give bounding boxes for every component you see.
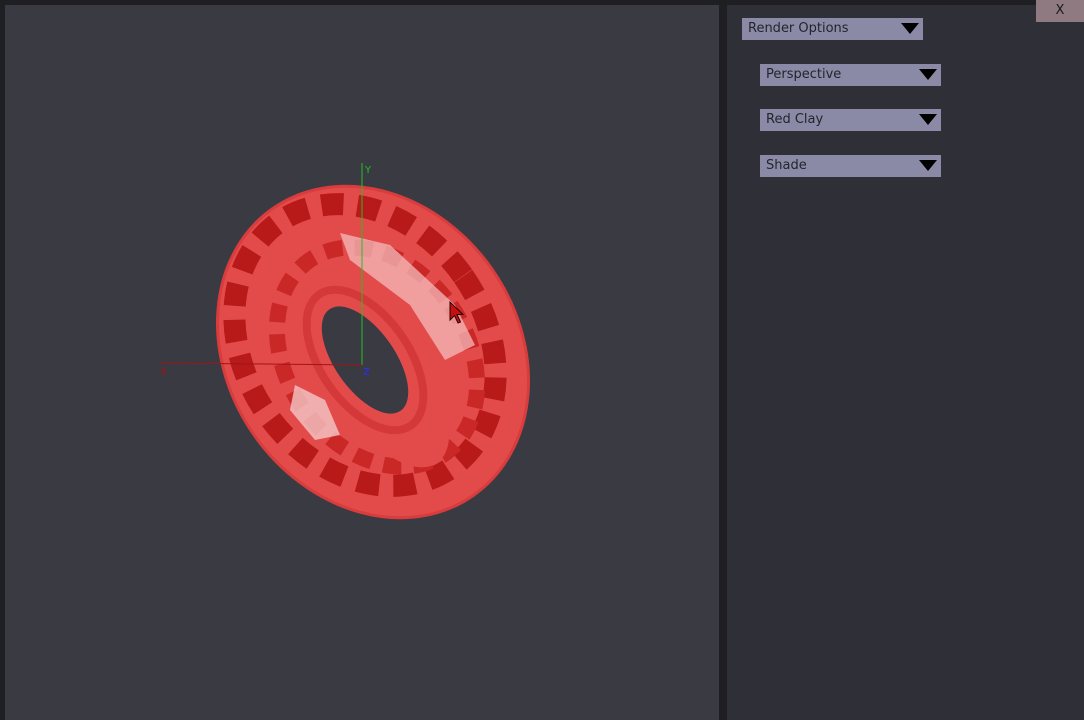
- viewport-canvas[interactable]: Y X Z: [5, 5, 719, 720]
- triangle-down-icon: [919, 69, 937, 80]
- camera-dropdown[interactable]: Perspective: [760, 64, 941, 86]
- camera-label: Perspective: [766, 67, 842, 82]
- close-button[interactable]: X: [1036, 0, 1084, 22]
- y-axis-label: Y: [364, 165, 372, 176]
- material-label: Red Clay: [766, 112, 824, 127]
- z-axis-label: Z: [363, 367, 370, 378]
- render-options-label: Render Options: [748, 21, 849, 36]
- triangle-down-icon: [919, 160, 937, 171]
- shading-mode-label: Shade: [766, 158, 807, 173]
- render-options-dropdown[interactable]: Render Options: [742, 18, 923, 40]
- material-dropdown[interactable]: Red Clay: [760, 109, 941, 131]
- triangle-down-icon: [901, 23, 919, 34]
- render-options-panel: Render Options Perspective Red Clay Shad…: [727, 5, 1084, 720]
- torus-mesh[interactable]: [154, 125, 592, 578]
- shading-mode-dropdown[interactable]: Shade: [760, 155, 941, 177]
- x-axis-label: X: [160, 367, 167, 378]
- 3d-viewport[interactable]: Y X Z: [5, 5, 719, 720]
- app-window: Y X Z Render Options Perspective Red Cla…: [0, 0, 1084, 720]
- triangle-down-icon: [919, 114, 937, 125]
